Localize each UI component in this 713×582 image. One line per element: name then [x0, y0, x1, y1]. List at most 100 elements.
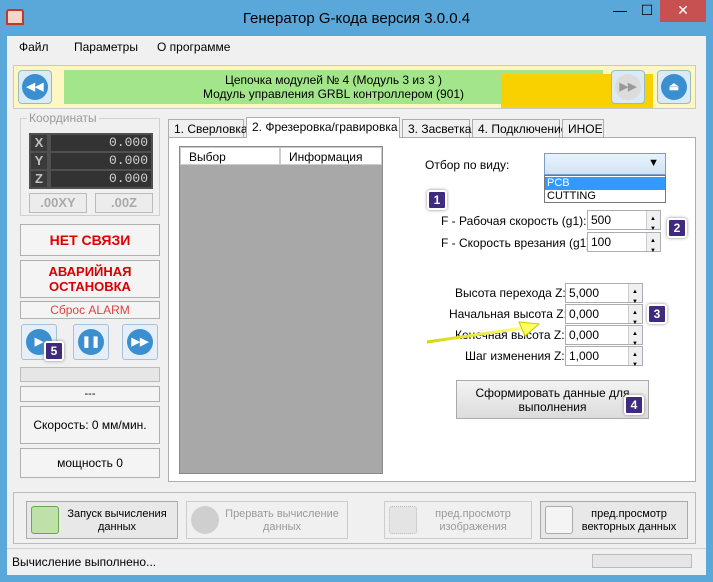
start-height-value: 0,000: [569, 307, 600, 321]
plunge-speed-value: 100: [591, 235, 612, 249]
chain-line-1: Цепочка модулей № 4 (Модуль 3 из 3 ): [225, 73, 442, 87]
spinner-icon[interactable]: [628, 304, 642, 332]
prev-module-button[interactable]: ◀◀: [18, 70, 52, 104]
pause-icon: ❚❚: [78, 329, 104, 355]
filter-select[interactable]: ▼: [544, 153, 666, 175]
zero-xy-button[interactable]: .00XY: [29, 193, 87, 213]
axis-label: Z: [31, 171, 47, 187]
spinner-icon[interactable]: [646, 210, 660, 238]
callout-badge-3: 3: [647, 304, 667, 324]
image-preview-icon: [389, 506, 417, 534]
menu-file[interactable]: Файл: [19, 40, 49, 54]
axis-label: Y: [31, 153, 47, 169]
tab-other[interactable]: ИНОЕ: [562, 119, 604, 137]
eject-icon: ⏏: [661, 74, 687, 100]
status-bar: Вычисление выполнено...: [7, 548, 706, 575]
estop-line-1: АВАРИЙНАЯ: [48, 264, 132, 279]
callout-badge-1: 1: [427, 190, 447, 210]
work-speed-value: 500: [591, 213, 612, 227]
menu-parameters[interactable]: Параметры: [74, 40, 138, 54]
transfer-height-input[interactable]: 5,000: [565, 283, 643, 311]
tab-connection[interactable]: 4. Подключение: [472, 119, 567, 137]
plunge-speed-input[interactable]: 100: [587, 232, 661, 260]
zero-z-button[interactable]: .00Z: [95, 193, 153, 213]
axis-value: 0.000: [51, 153, 151, 169]
milling-tab-panel: Выбор Информация Отбор по виду: ▼ PCB CU…: [168, 137, 696, 482]
plunge-speed-label: F - Скорость врезания (g1):: [441, 236, 594, 250]
vector-preview-icon: [545, 506, 573, 534]
coord-row-y: Y 0.000: [29, 152, 153, 170]
coord-row-x: X 0.000: [29, 134, 153, 152]
filter-selected-value: [545, 154, 548, 168]
spinner-icon[interactable]: [646, 232, 660, 260]
filter-option-cutting[interactable]: CUTTING: [545, 190, 665, 203]
step-z-value: 1,000: [569, 349, 600, 363]
spinner-icon[interactable]: [628, 325, 642, 353]
preview-image-button[interactable]: пред.просмотр изображения: [384, 501, 532, 539]
tab-drilling[interactable]: 1. Сверловка: [168, 119, 248, 137]
preview-vector-button[interactable]: пред.просмотр векторных данных: [540, 501, 688, 539]
start-height-label: Начальная высота Z:: [449, 307, 567, 321]
speed-display: Скорость: 0 мм/мин.: [20, 406, 160, 444]
start-height-input[interactable]: 0,000: [565, 304, 643, 332]
tab-exposure[interactable]: 3. Засветка: [402, 119, 471, 137]
preview-vector-line-1: пред.просмотр: [591, 508, 667, 520]
column-info[interactable]: Информация: [280, 147, 382, 165]
action-panel: Запуск вычисления данных Прервать вычисл…: [13, 492, 696, 544]
step-forward-button[interactable]: ▶▶: [122, 324, 158, 360]
coordinates-display: X 0.000 Y 0.000 Z 0.000: [29, 133, 153, 189]
start-calc-line-2: данных: [97, 521, 137, 533]
fast-forward-icon: ▶▶: [615, 74, 641, 100]
tab-milling[interactable]: 2. Фрезеровка/гравировка: [246, 117, 400, 138]
callout-badge-5: 5: [44, 341, 64, 361]
cancel-icon: [191, 506, 219, 534]
abort-calc-line-1: Прервать вычисление: [225, 508, 339, 520]
chain-line-2: Модуль управления GRBL контроллером (901…: [202, 87, 465, 101]
status-progress-bar: [592, 554, 692, 568]
spinner-icon[interactable]: [628, 346, 642, 374]
reset-alarm-button[interactable]: Сброс ALARM: [20, 301, 160, 319]
start-calc-line-1: Запуск вычисления: [67, 508, 167, 520]
abort-calc-line-2: данных: [262, 521, 302, 533]
start-calculation-button[interactable]: Запуск вычисления данных: [26, 501, 178, 539]
callout-arrow: [427, 321, 541, 344]
no-connection-indicator: НЕТ СВЯЗИ: [20, 224, 160, 256]
eject-button[interactable]: ⏏: [657, 70, 691, 104]
menu-about[interactable]: О программе: [157, 40, 230, 54]
spinner-icon[interactable]: [628, 283, 642, 311]
filter-dropdown-list: PCB CUTTING: [544, 175, 666, 203]
work-speed-input[interactable]: 500: [587, 210, 661, 238]
job-progress-bar: [20, 367, 160, 382]
coord-row-z: Z 0.000: [29, 170, 153, 188]
minimize-button[interactable]: —: [606, 0, 634, 22]
axis-value: 0.000: [51, 171, 151, 187]
chain-info: Цепочка модулей № 4 (Модуль 3 из 3 ) Мод…: [64, 70, 653, 108]
end-height-value: 0,000: [569, 328, 600, 342]
main-window: Генератор G-кода версия 3.0.0.4 — ☐ ✕ Фа…: [0, 0, 713, 582]
rewind-icon: ◀◀: [22, 74, 48, 100]
filter-label: Отбор по виду:: [425, 158, 510, 172]
pause-button[interactable]: ❚❚: [73, 324, 109, 360]
status-message: Вычисление выполнено...: [12, 555, 157, 569]
maximize-button[interactable]: ☐: [634, 0, 660, 22]
axis-label: X: [31, 135, 47, 151]
fast-forward-icon: ▶▶: [127, 329, 153, 355]
step-z-input[interactable]: 1,000: [565, 346, 643, 374]
data-list[interactable]: Выбор Информация: [179, 146, 383, 474]
emergency-stop-button[interactable]: АВАРИЙНАЯ ОСТАНОВКА: [20, 260, 160, 298]
column-select[interactable]: Выбор: [180, 147, 280, 165]
generate-line-2: выполнения: [518, 400, 587, 414]
transfer-height-value: 5,000: [569, 286, 600, 300]
filter-option-pcb[interactable]: PCB: [545, 177, 665, 190]
refresh-icon: [31, 506, 59, 534]
abort-calculation-button[interactable]: Прервать вычисление данных: [186, 501, 348, 539]
end-height-input[interactable]: 0,000: [565, 325, 643, 353]
generate-data-button[interactable]: Сформировать данные для выполнения: [456, 380, 649, 419]
axis-value: 0.000: [51, 135, 151, 151]
preview-vector-line-2: векторных данных: [581, 521, 677, 533]
close-button[interactable]: ✕: [660, 0, 706, 22]
menu-bar: Файл Параметры О программе: [7, 36, 706, 58]
transfer-height-label: Высота перехода Z:: [455, 286, 566, 300]
next-module-button[interactable]: ▶▶: [611, 70, 645, 104]
module-chain-panel: ◀◀ Цепочка модулей № 4 (Модуль 3 из 3 ) …: [13, 65, 696, 109]
